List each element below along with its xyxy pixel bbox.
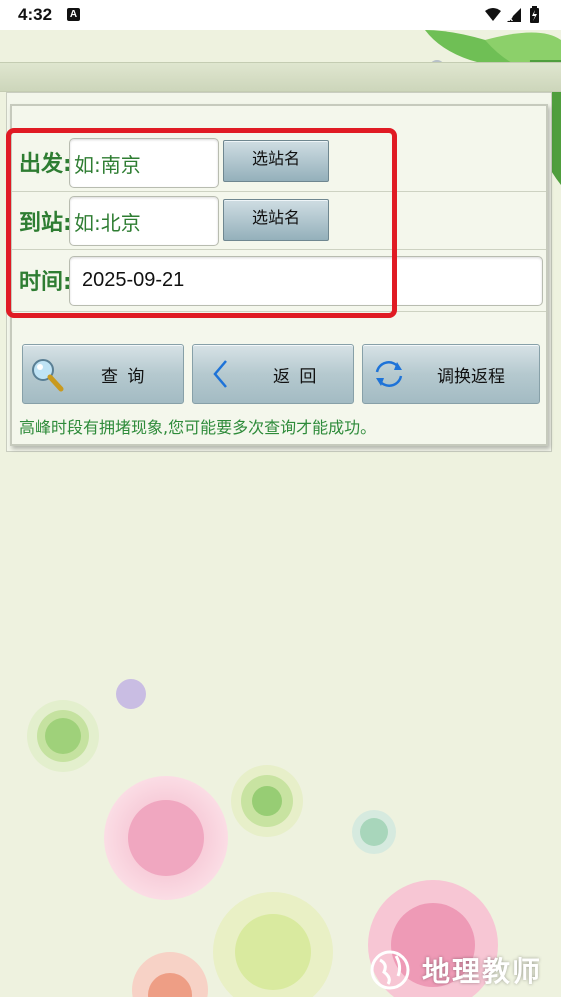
svg-text:x: x [508, 14, 514, 23]
wifi-icon [485, 8, 501, 21]
notification-icon: A [67, 8, 80, 21]
back-button[interactable]: 返 回 [192, 344, 354, 404]
globe-logo-icon [370, 950, 410, 990]
signal-icon: x [507, 8, 521, 23]
title-band [0, 62, 561, 92]
refresh-icon [375, 361, 403, 387]
watermark: 地理教师 [362, 948, 540, 990]
battery-icon [530, 6, 539, 23]
highlight-annotation [6, 128, 397, 318]
query-label: 查 询 [101, 367, 147, 387]
status-time: 4:32 [18, 5, 53, 24]
magnifier-icon [32, 359, 64, 392]
status-icons: x [485, 6, 539, 23]
swap-return-label: 调换返程 [437, 367, 505, 387]
swap-return-button[interactable]: 调换返程 [362, 344, 540, 404]
back-label: 返 回 [273, 367, 319, 387]
watermark-text: 地理教师 [422, 955, 543, 988]
chevron-left-icon [213, 360, 227, 388]
query-button[interactable]: 查 询 [22, 344, 184, 404]
congestion-tip: 高峰时段有拥堵现象,您可能要多次查询才能成功。 [19, 418, 377, 437]
status-bar: 4:32 A x [0, 0, 561, 30]
